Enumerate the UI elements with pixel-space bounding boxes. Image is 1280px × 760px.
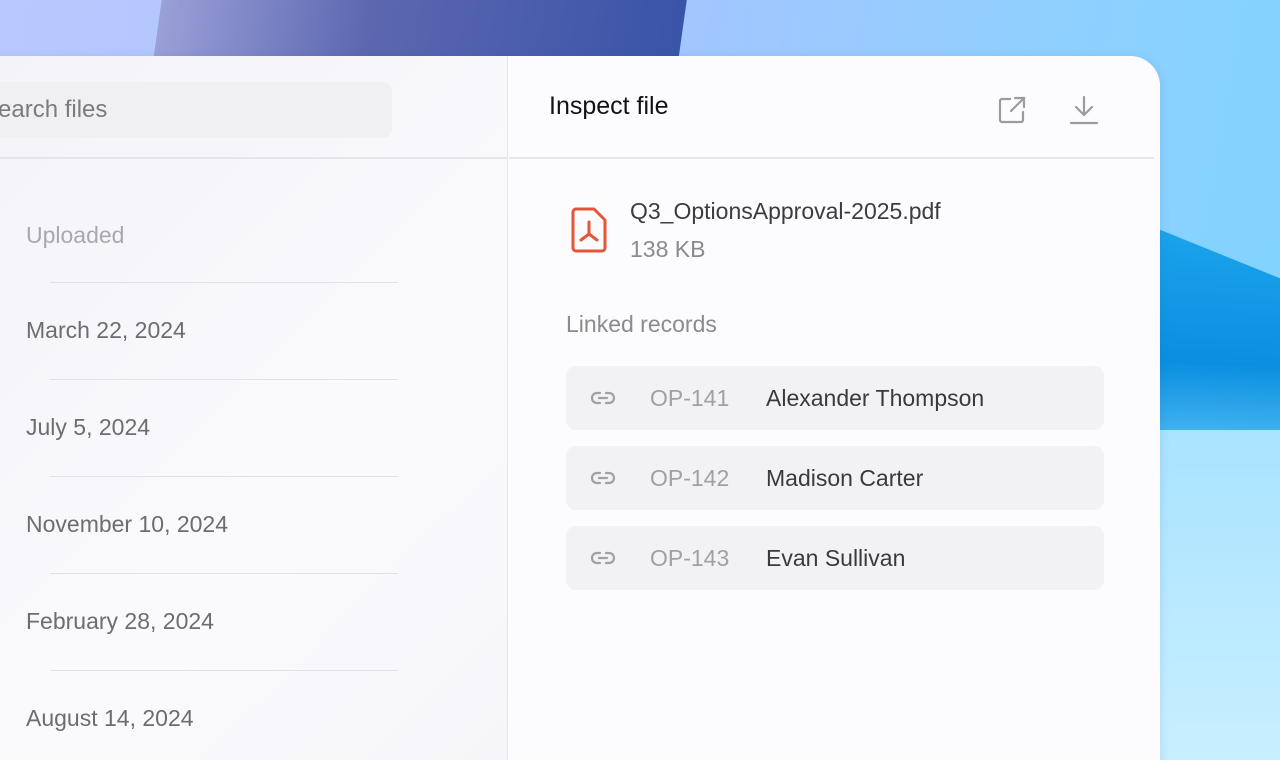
file-row-date[interactable]: February 28, 2024 bbox=[26, 608, 214, 635]
record-name: Evan Sullivan bbox=[766, 544, 906, 571]
file-row-date[interactable]: March 22, 2024 bbox=[26, 317, 186, 344]
divider bbox=[0, 157, 508, 159]
download-icon[interactable] bbox=[1066, 92, 1102, 128]
inspector-pane: Inspect file Q3_OptionsApproval-2025.pdf… bbox=[509, 56, 1160, 760]
file-browser-window: earch files Uploaded March 22, 2024 July… bbox=[0, 56, 1160, 760]
record-id: OP-141 bbox=[650, 384, 730, 411]
file-row-date[interactable]: August 14, 2024 bbox=[26, 705, 194, 732]
file-row-date[interactable]: July 5, 2024 bbox=[26, 414, 150, 441]
link-icon bbox=[590, 544, 618, 572]
record-id: OP-143 bbox=[650, 544, 730, 571]
divider bbox=[50, 670, 398, 671]
linked-record-row[interactable]: OP-143 Evan Sullivan bbox=[566, 526, 1104, 590]
link-icon bbox=[590, 384, 618, 412]
linked-records-label: Linked records bbox=[566, 311, 717, 337]
divider bbox=[50, 573, 398, 574]
file-size: 138 KB bbox=[630, 236, 706, 262]
divider bbox=[50, 282, 398, 283]
file-row-date[interactable]: November 10, 2024 bbox=[26, 511, 228, 538]
divider bbox=[50, 476, 398, 477]
search-placeholder: earch files bbox=[0, 96, 108, 123]
link-icon bbox=[590, 464, 618, 492]
linked-record-row[interactable]: OP-142 Madison Carter bbox=[566, 446, 1104, 510]
inspector-title: Inspect file bbox=[549, 92, 669, 120]
divider bbox=[50, 379, 398, 380]
record-name: Madison Carter bbox=[766, 464, 924, 491]
record-id: OP-142 bbox=[650, 464, 730, 491]
record-name: Alexander Thompson bbox=[766, 384, 985, 411]
search-input[interactable]: earch files bbox=[0, 82, 392, 138]
external-link-icon[interactable] bbox=[994, 92, 1030, 128]
file-name: Q3_OptionsApproval-2025.pdf bbox=[630, 198, 941, 224]
linked-record-row[interactable]: OP-141 Alexander Thompson bbox=[566, 366, 1104, 430]
pdf-icon bbox=[569, 206, 609, 254]
uploaded-column-header: Uploaded bbox=[26, 222, 125, 248]
divider bbox=[509, 157, 1154, 159]
file-list-pane: earch files Uploaded March 22, 2024 July… bbox=[0, 56, 508, 760]
